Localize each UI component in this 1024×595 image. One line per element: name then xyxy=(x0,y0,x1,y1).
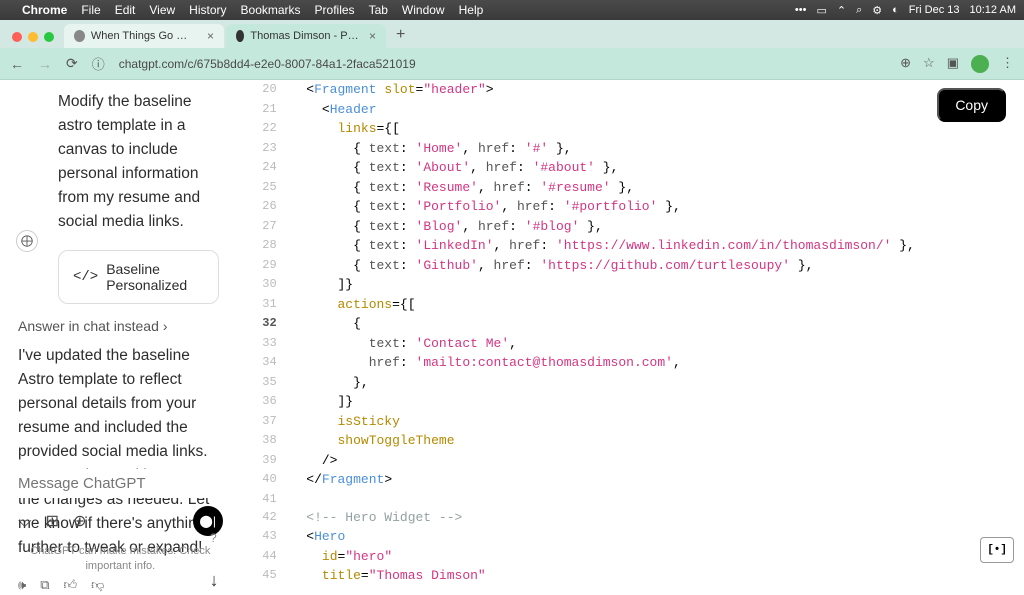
menu-edit[interactable]: Edit xyxy=(115,3,136,17)
code-line[interactable]: 28 { text: 'LinkedIn', href: 'https://ww… xyxy=(235,236,1024,256)
favicon-icon xyxy=(236,30,244,42)
tools-icon[interactable]: ⊞ xyxy=(46,511,59,531)
code-line[interactable]: 35 }, xyxy=(235,373,1024,393)
code-line[interactable]: 42 <!-- Hero Widget --> xyxy=(235,508,1024,528)
attach-icon[interactable]: ⌵ xyxy=(18,511,32,532)
message-actions: 🕪 ⧉ 👍︎ 👎︎ ↓ xyxy=(18,574,219,595)
code-line[interactable]: 25 { text: 'Resume', href: '#resume' }, xyxy=(235,178,1024,198)
tab-close-icon[interactable]: × xyxy=(207,29,214,43)
menu-profiles[interactable]: Profiles xyxy=(315,3,355,17)
forward-button[interactable]: → xyxy=(38,56,52,72)
user-prompt: Modify the baseline astro template in a … xyxy=(18,90,219,234)
extensions-icon[interactable]: ▣ xyxy=(947,55,959,73)
new-tab-button[interactable]: + xyxy=(388,26,413,48)
status-search-icon[interactable]: ⌕ xyxy=(856,4,862,17)
code-line[interactable]: 41 xyxy=(235,490,1024,508)
baseline-label: Baseline Personalized xyxy=(106,261,203,293)
menu-window[interactable]: Window xyxy=(402,3,445,17)
status-control-icon[interactable]: ⚙ xyxy=(872,4,882,17)
code-icon: </> xyxy=(73,269,98,285)
run-code-icon[interactable]: [•] xyxy=(980,537,1014,564)
favicon-icon xyxy=(74,30,85,42)
browser-tab-2-active[interactable]: Thomas Dimson - Personal W... × xyxy=(226,24,386,48)
menu-history[interactable]: History xyxy=(189,3,226,17)
tab-close-icon[interactable]: × xyxy=(369,29,376,43)
mac-menu-bar: Chrome File Edit View History Bookmarks … xyxy=(0,0,1024,20)
code-line[interactable]: 21 <Header xyxy=(235,100,1024,120)
code-line[interactable]: 30 ]} xyxy=(235,275,1024,295)
code-line[interactable]: 45 title="Thomas Dimson" xyxy=(235,566,1024,581)
code-line[interactable]: 27 { text: 'Blog', href: '#blog' }, xyxy=(235,217,1024,237)
code-canvas: Copy 20 <Fragment slot="header">21 <Head… xyxy=(235,80,1024,581)
code-line[interactable]: 37 isSticky xyxy=(235,412,1024,432)
code-line[interactable]: 40 </Fragment> xyxy=(235,470,1024,490)
chrome-tab-strip: When Things Go Wrong × Thomas Dimson - P… xyxy=(0,20,1024,48)
copy-message-icon[interactable]: ⧉ xyxy=(40,577,49,593)
profile-avatar[interactable] xyxy=(971,55,989,73)
code-editor[interactable]: 20 <Fragment slot="header">21 <Header22 … xyxy=(235,80,1024,581)
chat-panel: Modify the baseline astro template in a … xyxy=(0,80,235,581)
code-line[interactable]: 38 showToggleTheme xyxy=(235,431,1024,451)
code-line[interactable]: 33 text: 'Contact Me', xyxy=(235,334,1024,354)
window-minimize-button[interactable] xyxy=(28,32,38,42)
code-line[interactable]: 39 /> xyxy=(235,451,1024,471)
code-line[interactable]: 32 { xyxy=(235,314,1024,334)
code-line[interactable]: 44 id="hero" xyxy=(235,547,1024,567)
menu-bookmarks[interactable]: Bookmarks xyxy=(241,3,301,17)
menubar-time: 10:12 AM xyxy=(970,4,1016,16)
search-icon[interactable]: ⊕ xyxy=(900,55,911,73)
baseline-personalized-button[interactable]: </> Baseline Personalized xyxy=(58,250,219,304)
status-battery-icon: ▭ xyxy=(816,4,826,17)
status-wifi-icon: ⌃ xyxy=(837,4,846,17)
disclaimer-text: ChatGPT can make mistakes. Check importa… xyxy=(18,544,223,573)
code-line[interactable]: 23 { text: 'Home', href: '#' }, xyxy=(235,139,1024,159)
chrome-menu-icon[interactable]: ⋮ xyxy=(1001,55,1014,73)
answer-in-chat-link[interactable]: Answer in chat instead › xyxy=(18,318,219,334)
chatgpt-logo-icon xyxy=(16,230,38,252)
chrome-toolbar: ← → ⟳ ⓘ chatgpt.com/c/675b8dd4-e2e0-8007… xyxy=(0,48,1024,80)
window-close-button[interactable] xyxy=(12,32,22,42)
status-dots-icon: ••• xyxy=(795,4,807,16)
help-icon[interactable]: ? xyxy=(210,531,217,545)
code-line[interactable]: 26 { text: 'Portfolio', href: '#portfoli… xyxy=(235,197,1024,217)
thumbs-down-icon[interactable]: 👎︎ xyxy=(91,577,104,593)
code-line[interactable]: 34 href: 'mailto:contact@thomasdimson.co… xyxy=(235,353,1024,373)
voice-input-button[interactable]: ⬤| xyxy=(193,506,223,536)
menu-tab[interactable]: Tab xyxy=(369,3,388,17)
site-info-icon[interactable]: ⓘ xyxy=(92,54,105,73)
waveform-icon: ⬤| xyxy=(199,514,216,528)
code-line[interactable]: 36 ]} xyxy=(235,392,1024,412)
code-line[interactable]: 29 { text: 'Github', href: 'https://gith… xyxy=(235,256,1024,276)
menu-file[interactable]: File xyxy=(81,3,100,17)
menu-help[interactable]: Help xyxy=(459,3,484,17)
tab-title: Thomas Dimson - Personal W... xyxy=(250,30,359,42)
status-user-icon: ◐ xyxy=(892,4,899,16)
code-line[interactable]: 20 <Fragment slot="header"> xyxy=(235,80,1024,100)
copy-button[interactable]: Copy xyxy=(937,88,1006,122)
code-line[interactable]: 24 { text: 'About', href: '#about' }, xyxy=(235,158,1024,178)
code-line[interactable]: 43 <Hero xyxy=(235,527,1024,547)
menu-app[interactable]: Chrome xyxy=(22,3,67,17)
menu-view[interactable]: View xyxy=(149,3,175,17)
reload-button[interactable]: ⟳ xyxy=(66,55,78,72)
back-button[interactable]: ← xyxy=(10,56,24,72)
menubar-date: Fri Dec 13 xyxy=(909,4,960,16)
chevron-right-icon: › xyxy=(163,318,168,334)
address-bar[interactable]: chatgpt.com/c/675b8dd4-e2e0-8007-84a1-2f… xyxy=(119,57,886,71)
web-icon[interactable]: ⊕ xyxy=(73,511,86,531)
tab-title: When Things Go Wrong xyxy=(91,30,197,42)
thumbs-up-icon[interactable]: 👍︎ xyxy=(64,577,78,593)
code-line[interactable]: 22 links={[ xyxy=(235,119,1024,139)
bookmark-icon[interactable]: ☆ xyxy=(923,55,935,73)
chat-input[interactable] xyxy=(18,469,223,498)
code-line[interactable]: 31 actions={[ xyxy=(235,295,1024,315)
window-maximize-button[interactable] xyxy=(44,32,54,42)
browser-tab-1[interactable]: When Things Go Wrong × xyxy=(64,24,224,48)
read-aloud-icon[interactable]: 🕪 xyxy=(18,577,26,593)
